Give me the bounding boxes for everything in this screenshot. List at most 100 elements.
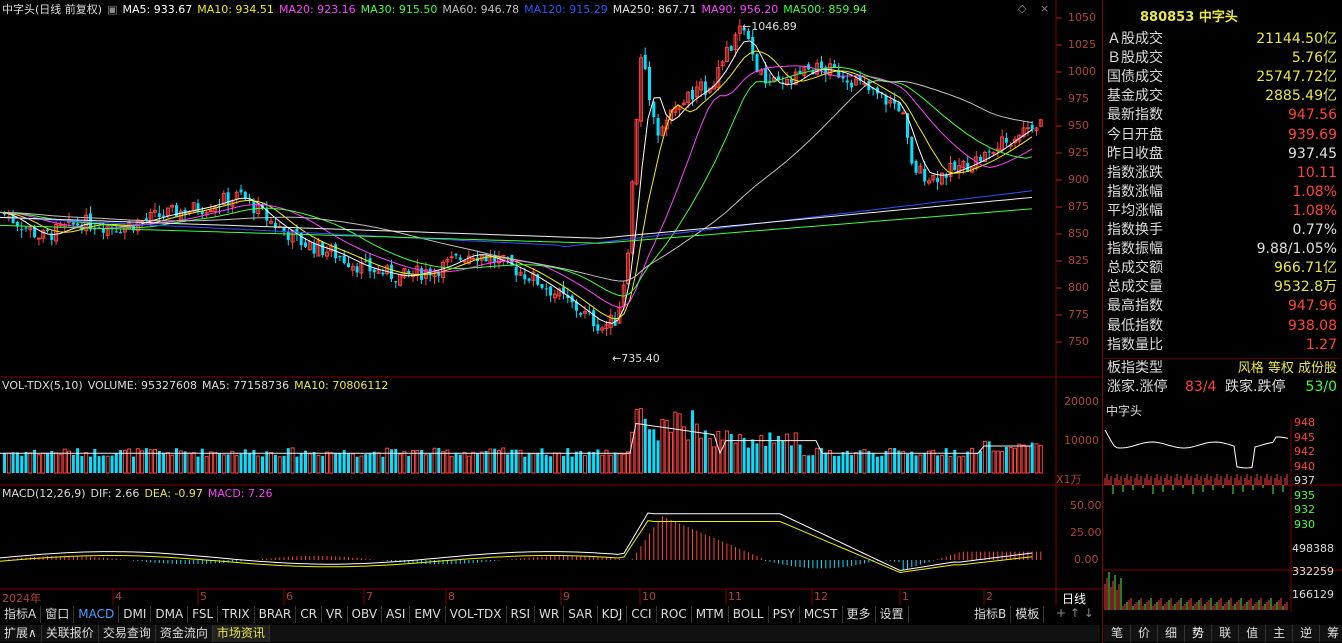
candle-body (114, 231, 118, 233)
indicator-tab[interactable]: PSY (769, 606, 800, 623)
indicator-tab[interactable]: TRIX (218, 606, 255, 623)
volume-bar (587, 451, 591, 473)
right-tab[interactable]: 筹 (1320, 625, 1342, 642)
bottom-bar-item[interactable]: 市场资讯 (212, 625, 270, 642)
volume-bar (802, 454, 807, 474)
indicator-tab[interactable]: OBV (348, 606, 383, 623)
period-label[interactable]: 日线 (1062, 590, 1086, 607)
kline-chart[interactable] (0, 0, 1100, 605)
candle-body (987, 151, 991, 153)
price-tick: 1025 (1068, 38, 1096, 51)
right-tab[interactable]: 势 (1185, 625, 1213, 642)
indicator-tab[interactable]: VR (322, 606, 348, 623)
right-tab[interactable]: 主 (1266, 625, 1294, 642)
volume-bar (583, 455, 587, 474)
volume-bar (50, 450, 54, 473)
volume-bar (110, 455, 114, 473)
volume-bar (694, 423, 699, 474)
volume-bar (398, 453, 403, 474)
indicator-tab[interactable]: WR (535, 606, 565, 623)
price-tick: 800 (1068, 281, 1089, 294)
indicator-tab[interactable]: BRAR (255, 606, 297, 623)
volume-bar (815, 447, 820, 474)
volume-bar (638, 408, 643, 474)
volume-bar (931, 449, 936, 474)
indicator-tab[interactable]: CR (296, 606, 322, 623)
volume-bar (608, 454, 613, 474)
scroll-arrows[interactable]: + ↑ ↓ (1056, 606, 1094, 620)
indicator-tab[interactable]: MCST (800, 606, 843, 623)
indicator-b-tab[interactable]: 指标B (970, 606, 1012, 623)
volume-bar (432, 447, 437, 474)
volume-bar (93, 448, 97, 473)
indicator-tab[interactable]: 窗口 (41, 606, 75, 623)
indicator-tab[interactable]: CCI (627, 606, 657, 623)
price-tick: 975 (1068, 92, 1089, 105)
bottom-bar-item[interactable]: 资金流向 (156, 625, 213, 642)
right-tab[interactable]: 逆 (1293, 625, 1321, 642)
volume-bar (781, 440, 785, 473)
date-tick: 2024年 (2, 592, 41, 605)
indicator-tab[interactable]: VOL-TDX (446, 606, 507, 623)
indicator-tab[interactable]: EMV (410, 606, 446, 623)
indicator-tab[interactable]: BOLL (729, 606, 769, 623)
candle-body (226, 192, 230, 206)
right-tab[interactable]: 笔 (1104, 625, 1132, 642)
indicator-b-tab[interactable]: 模板 (1011, 606, 1045, 623)
volume-bar (677, 413, 682, 474)
indicator-tab[interactable]: MTM (692, 606, 729, 623)
right-tab[interactable]: 值 (1239, 625, 1267, 642)
indicator-tab[interactable]: ROC (657, 606, 692, 623)
quote-row: 最高指数 947.96 (1105, 297, 1339, 316)
bottom-bar-item[interactable]: 关联报价 (42, 625, 99, 642)
indicator-tab[interactable]: SAR (564, 606, 598, 623)
volume-bar (376, 452, 381, 474)
ma120-line (0, 190, 1033, 248)
bottom-bar-item[interactable]: 交易查询 (99, 625, 156, 642)
volume-bar (746, 447, 750, 473)
volume-bar (89, 456, 92, 473)
indicator-tab[interactable]: DMA (151, 606, 189, 623)
mini-price-tick: 935 (1294, 488, 1315, 502)
indicator-tab[interactable]: ASI (382, 606, 411, 623)
volume-bar (415, 449, 420, 474)
volume-bar (527, 452, 531, 473)
volume-bar (579, 451, 583, 473)
indicator-tab[interactable]: KDJ (598, 606, 628, 623)
candle-body (58, 224, 63, 227)
volume-bar (691, 410, 694, 473)
volume-bar (824, 452, 828, 473)
volume-bar (742, 437, 746, 473)
indicator-tab[interactable]: RSI (507, 606, 536, 623)
volume-bar (290, 447, 295, 474)
candle-body (592, 310, 596, 327)
candle-body (884, 95, 888, 105)
volume-bar (84, 452, 89, 474)
volume-bar (437, 447, 441, 473)
indicator-tab[interactable]: 指标A (0, 606, 42, 623)
ma60-line (0, 80, 1033, 282)
indicator-tab[interactable]: DMI (119, 606, 152, 623)
candle-body (458, 257, 462, 260)
volume-bar (867, 451, 871, 473)
volume-bar (897, 450, 901, 473)
indicator-tab[interactable]: MACD (74, 606, 120, 623)
bottom-bar-item[interactable]: 扩展∧ (0, 625, 42, 642)
indicator-tab[interactable]: 更多 (843, 606, 876, 623)
volume-bar (681, 426, 686, 474)
candle-body (1030, 124, 1034, 130)
candle-body (923, 168, 927, 182)
volume-bar (221, 454, 226, 474)
right-tab[interactable]: 联 (1212, 625, 1240, 642)
volume-bar (832, 455, 836, 473)
volume-bar (1034, 443, 1039, 474)
candle-body (368, 258, 372, 272)
right-tab[interactable]: 细 (1158, 625, 1186, 642)
indicator-tab[interactable]: FSL (188, 606, 219, 623)
right-tab[interactable]: 价 (1131, 625, 1159, 642)
price-tick: 900 (1068, 173, 1089, 186)
mini-price-tick: 942 (1294, 445, 1315, 458)
candle-body (549, 286, 553, 296)
indicator-tab[interactable]: 设置 (876, 606, 909, 623)
candle-body (196, 203, 200, 213)
